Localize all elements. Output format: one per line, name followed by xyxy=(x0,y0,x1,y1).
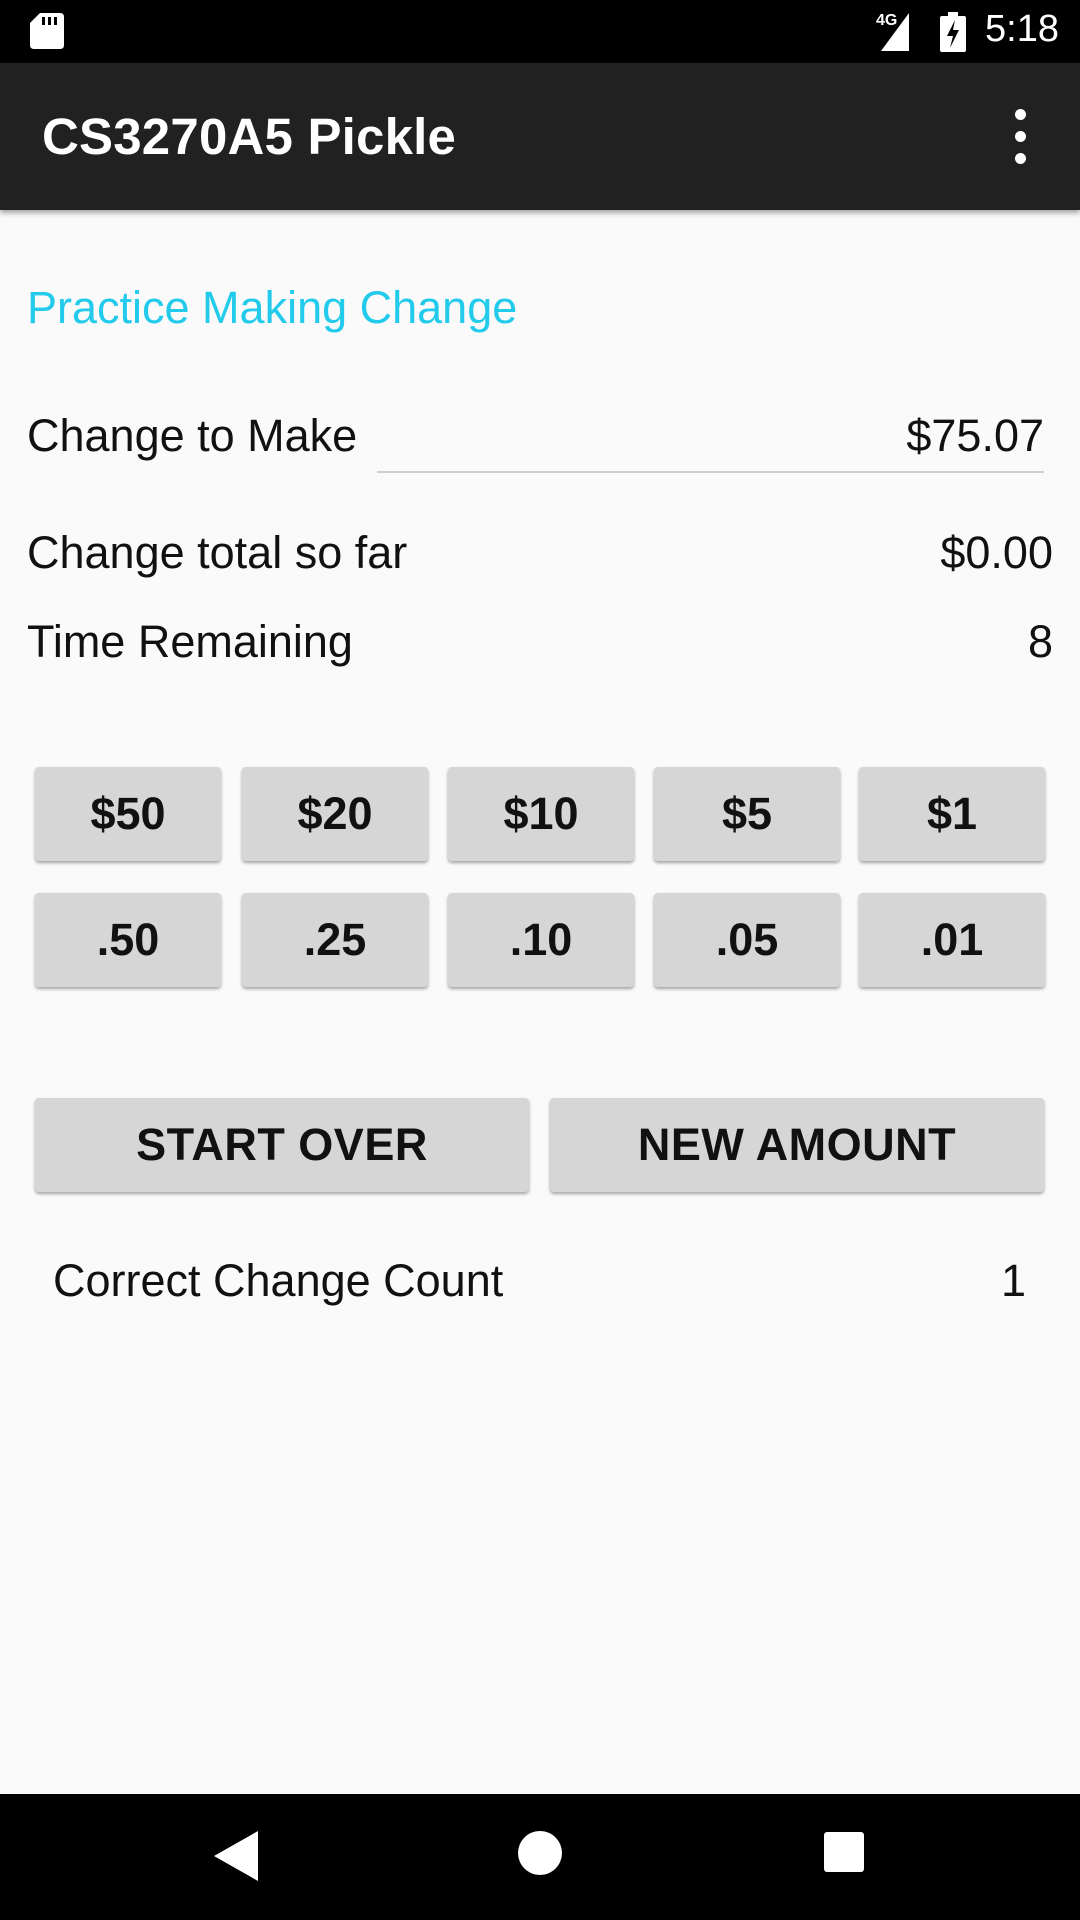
bill-5-button[interactable]: $5 xyxy=(654,767,840,861)
navigation-bar xyxy=(0,1794,1080,1920)
recents-icon[interactable] xyxy=(824,1832,864,1872)
correct-count-value: 1 xyxy=(1000,1255,1026,1306)
bill-20-button[interactable]: $20 xyxy=(242,767,428,861)
change-total-value: $0.00 xyxy=(940,527,1053,578)
battery-charging-icon xyxy=(940,12,966,52)
section-title: Practice Making Change xyxy=(27,282,518,333)
start-over-button[interactable]: START OVER xyxy=(35,1098,529,1192)
sd-card-icon xyxy=(30,13,64,49)
back-icon[interactable] xyxy=(214,1831,258,1881)
coin-10-button[interactable]: .10 xyxy=(448,893,634,987)
correct-count-label: Correct Change Count xyxy=(53,1255,504,1306)
home-icon[interactable] xyxy=(518,1831,562,1875)
change-to-make-label: Change to Make xyxy=(27,410,358,461)
bill-10-button[interactable]: $10 xyxy=(448,767,634,861)
time-remaining-value: 8 xyxy=(1027,616,1053,667)
clock: 5:18 xyxy=(985,8,1059,50)
change-total-label: Change total so far xyxy=(27,527,408,578)
bill-1-button[interactable]: $1 xyxy=(859,767,1045,861)
coin-05-button[interactable]: .05 xyxy=(654,893,840,987)
status-bar: 4G 5:18 xyxy=(0,0,1080,63)
coin-50-button[interactable]: .50 xyxy=(35,893,221,987)
change-to-make-field[interactable]: $75.07 xyxy=(377,403,1044,473)
app-bar: CS3270A5 Pickle xyxy=(0,63,1080,210)
app-title: CS3270A5 Pickle xyxy=(42,108,457,165)
new-amount-button[interactable]: NEW AMOUNT xyxy=(550,1098,1044,1192)
signal-icon xyxy=(881,13,909,51)
time-remaining-label: Time Remaining xyxy=(27,616,353,667)
more-vert-icon[interactable] xyxy=(1004,105,1040,169)
bill-50-button[interactable]: $50 xyxy=(35,767,221,861)
change-to-make-value: $75.07 xyxy=(906,410,1044,461)
coin-25-button[interactable]: .25 xyxy=(242,893,428,987)
coin-01-button[interactable]: .01 xyxy=(859,893,1045,987)
